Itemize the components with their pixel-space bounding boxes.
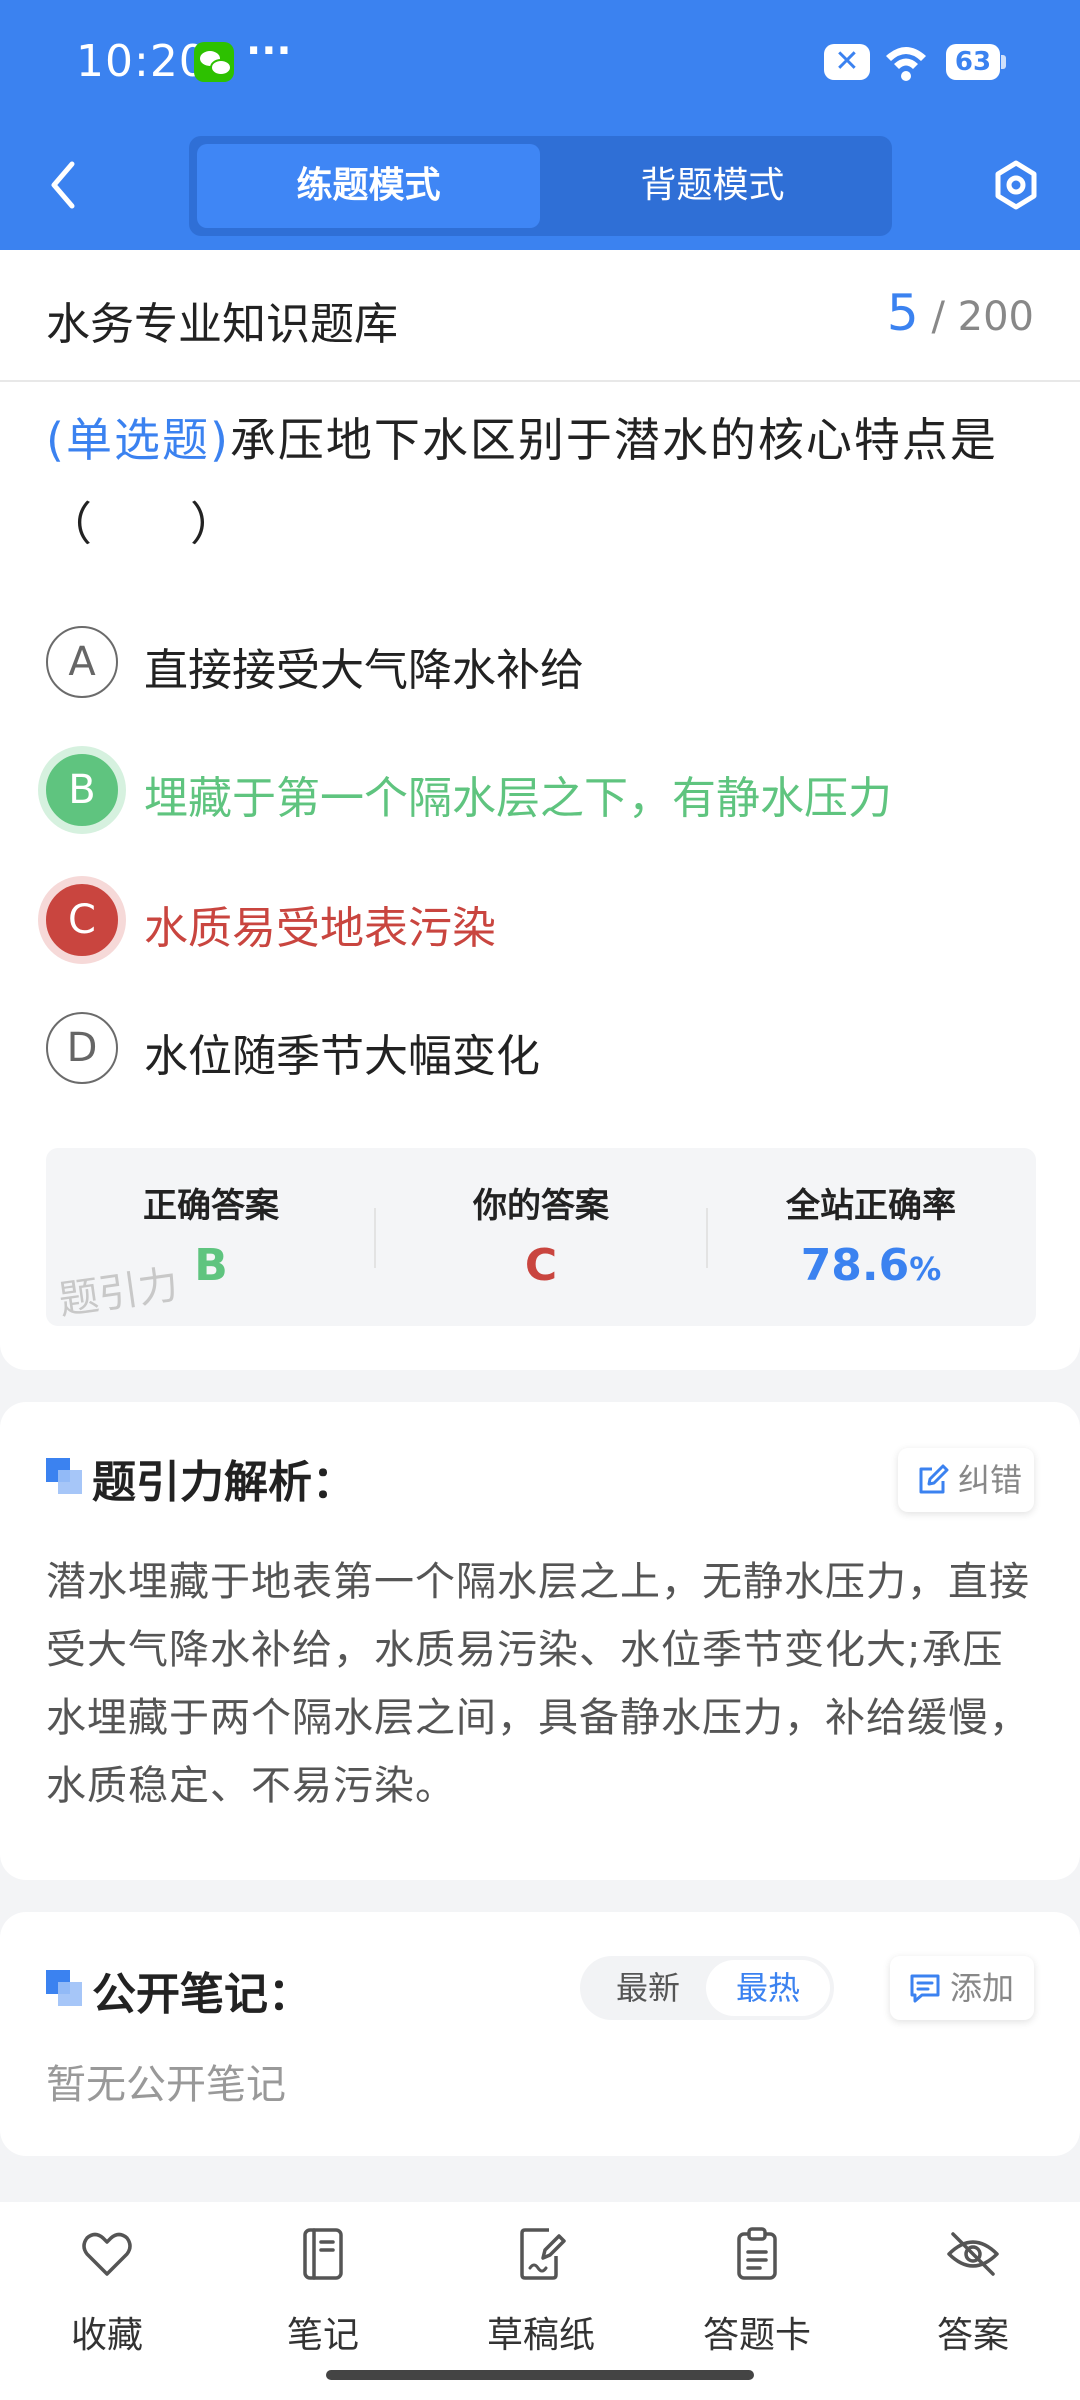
option-letter: B [46,754,118,826]
wechat-icon [194,42,234,82]
site-accuracy-label: 全站正确率 [786,1186,956,1226]
home-indicator[interactable] [326,2370,754,2380]
public-notes-title: 公开笔记： [92,1969,312,2020]
status-bar: 10:20 ··· ✕ 63 [0,0,1080,125]
app-header: 10:20 ··· ✕ 63 练题模式 背题模式 [0,0,1080,250]
more-notifications-icon: ··· [246,28,292,74]
comment-icon [910,1974,940,2003]
option-b[interactable]: B 埋藏于第一个隔水层之下，有静水压力 [46,754,1036,834]
correct-answer-label: 正确答案 [143,1186,279,1226]
answer-result: 正确答案 B 你的答案 C 全站正确率 78.6% 题引力 [46,1148,1036,1326]
tab-memorize-mode[interactable]: 背题模式 [541,144,884,228]
option-d[interactable]: D 水位随季节大幅变化 [46,1012,1036,1092]
wifi-icon [886,47,926,81]
notes-label: 笔记 [286,2315,359,2356]
site-accuracy-value: 78.6% [706,1240,1036,1291]
option-letter: D [46,1012,118,1084]
toggle-answer-label: 答案 [936,2315,1009,2356]
total-questions: / 200 [931,294,1034,340]
your-answer-col: 你的答案 C [376,1148,706,1326]
sort-hot[interactable]: 最热 [706,1960,830,2016]
mute-icon: ✕ [824,44,870,80]
section-marker-icon [46,1970,82,2006]
report-error-label: 纠错 [958,1461,1023,1499]
option-letter: A [46,626,118,698]
favorite-label: 收藏 [70,2315,143,2356]
option-letter: C [46,884,118,956]
draft-paper-button[interactable]: 草稿纸 [456,2226,626,2356]
notes-sort-switch: 最新 最热 [580,1956,834,2020]
your-answer-value: C [524,1240,558,1291]
tab-practice-mode[interactable]: 练题模式 [197,144,540,228]
report-error-button[interactable]: 纠错 [898,1448,1034,1512]
back-icon[interactable] [34,150,94,220]
eye-off-icon [947,2232,999,2276]
divider [0,380,1080,382]
question-card: 水务专业知识题库 5 / 200 (单选题)承压地下水区别于潜水的核心特点是（ … [0,250,1080,1370]
add-note-button[interactable]: 添加 [890,1956,1034,2020]
clipboard-icon [737,2227,777,2280]
option-text: 水位随季节大幅变化 [144,1031,540,1082]
section-marker-icon [46,1458,82,1494]
question-bank-title: 水务专业知识题库 [46,299,398,350]
answer-card-button[interactable]: 答题卡 [672,2226,842,2356]
edit-icon [919,1464,949,1494]
option-text: 水质易受地表污染 [144,903,496,954]
question-counter: 5 / 200 [887,284,1034,342]
option-a[interactable]: A 直接接受大气降水补给 [46,626,1036,706]
accuracy-unit: % [909,1250,942,1288]
notebook-icon [303,2228,343,2280]
option-c[interactable]: C 水质易受地表污染 [46,884,1036,964]
sort-latest[interactable]: 最新 [586,1956,710,2020]
option-text: 埋藏于第一个隔水层之下，有静水压力 [144,773,892,824]
analysis-text: 潜水埋藏于地表第一个隔水层之上，无静水压力，直接受大气降水补给，水质易污染、水位… [46,1559,1030,1809]
option-text: 直接接受大气降水补给 [144,645,584,696]
settings-icon[interactable] [986,150,1046,220]
analysis-card: 题引力解析： 纠错 潜水埋藏于地表第一个隔水层之上，无静水压力，直接受大气降水补… [0,1402,1080,1880]
current-question-number: 5 [886,284,919,342]
add-note-label: 添加 [950,1969,1015,2007]
heart-icon [82,2232,132,2276]
no-notes-text: 暂无公开笔记 [46,2062,286,2108]
notes-button[interactable]: 笔记 [238,2226,408,2356]
accuracy-number: 78.6 [800,1240,910,1291]
public-notes-card: 公开笔记： 最新 最热 添加 暂无公开笔记 [0,1912,1080,2156]
draft-icon [520,2228,566,2280]
battery-icon: 63 [946,44,1006,80]
question-stem: (单选题)承压地下水区别于潜水的核心特点是（ ） [46,398,1038,566]
draft-paper-label: 草稿纸 [486,2315,595,2356]
site-accuracy-col: 全站正确率 78.6% [706,1148,1036,1326]
question-type: (单选题) [46,413,230,467]
toggle-answer-button[interactable]: 答案 [888,2226,1058,2356]
status-time: 10:20 [76,36,208,87]
answer-card-label: 答题卡 [702,2315,811,2356]
favorite-button[interactable]: 收藏 [22,2226,192,2356]
your-answer-label: 你的答案 [473,1186,609,1226]
analysis-title: 题引力解析： [92,1457,356,1508]
mode-switch: 练题模式 背题模式 [189,136,892,236]
